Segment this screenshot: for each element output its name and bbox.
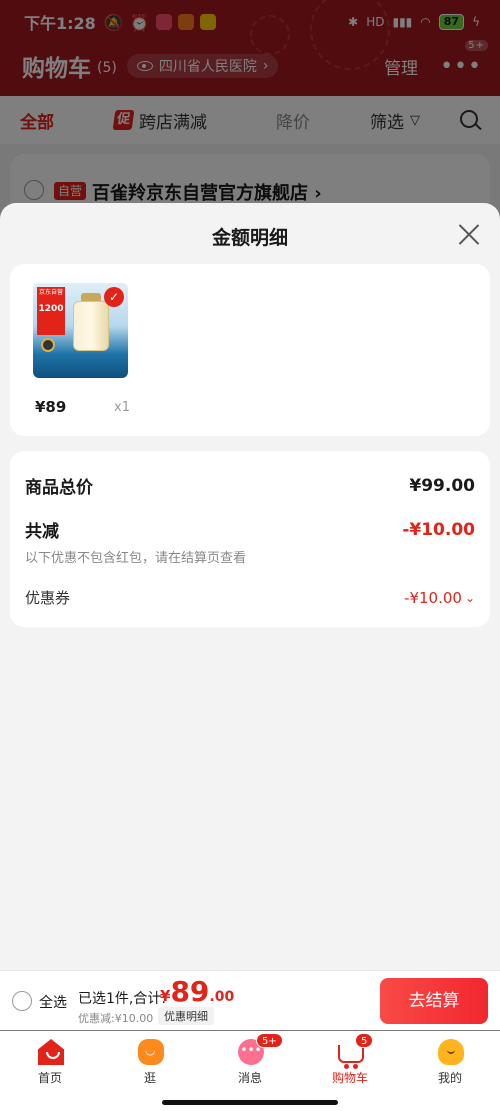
tab-browse[interactable]: 逛 bbox=[100, 1031, 200, 1111]
sheet-title: 金额明细 bbox=[211, 227, 288, 249]
checkout-button[interactable]: 去结算 bbox=[380, 978, 488, 1024]
tab-label: 逛 bbox=[143, 1071, 156, 1085]
product-image-label: 京东自营 1200 bbox=[37, 287, 65, 335]
tab-home[interactable]: 首页 bbox=[0, 1031, 100, 1111]
home-indicator[interactable] bbox=[162, 1100, 338, 1105]
home-icon bbox=[38, 1039, 64, 1065]
total-price-value: ¥99.00 bbox=[409, 475, 475, 496]
tab-cart[interactable]: 5 购物车 bbox=[300, 1031, 400, 1111]
profile-icon bbox=[438, 1039, 464, 1065]
product-price: ¥89 bbox=[35, 398, 67, 416]
tab-label: 消息 bbox=[237, 1071, 262, 1085]
check-icon: ✓ bbox=[104, 287, 124, 307]
total-price-label: 商品总价 bbox=[25, 478, 93, 498]
discount-note: 以下优惠不包含红包，请在结算页查看 bbox=[25, 551, 247, 566]
chevron-down-icon: ⌄ bbox=[464, 590, 475, 605]
checkout-bar: 全选 已选1件,合计: ¥ 89 .00 优惠减:¥10.00 优惠明细 去结算 bbox=[0, 970, 500, 1030]
amount-detail-sheet: 金额明细 京东自营 1200 ✓ ¥89 x1 商品总价 ¥99.00 共减 -… bbox=[0, 203, 500, 970]
product-quantity: x1 bbox=[114, 400, 130, 415]
tab-me[interactable]: 我的 bbox=[400, 1031, 500, 1111]
bottom-tab-bar: 首页 逛 ••• 5+ 消息 5 购物车 我的 bbox=[0, 1031, 500, 1111]
tab-messages[interactable]: ••• 5+ 消息 bbox=[200, 1031, 300, 1111]
close-icon[interactable] bbox=[458, 223, 480, 245]
coupon-value: -¥10.00 bbox=[404, 588, 462, 607]
price-summary-card: 商品总价 ¥99.00 共减 -¥10.00 以下优惠不包含红包，请在结算页查看… bbox=[10, 451, 490, 627]
discount-detail-button[interactable]: 优惠明细 bbox=[158, 1007, 214, 1025]
tab-label: 首页 bbox=[37, 1071, 62, 1085]
cart-badge: 5 bbox=[355, 1033, 374, 1048]
messages-badge: 5+ bbox=[256, 1033, 283, 1048]
selected-summary: 已选1件,合计: bbox=[78, 991, 167, 1007]
total-reduce-value: -¥10.00 bbox=[402, 519, 475, 540]
product-card: 京东自营 1200 ✓ ¥89 x1 bbox=[10, 264, 490, 436]
coupon-label: 优惠券 bbox=[25, 589, 71, 607]
product-image[interactable]: 京东自营 1200 ✓ bbox=[33, 283, 128, 378]
tab-label: 购物车 bbox=[331, 1071, 368, 1085]
select-all-checkbox[interactable] bbox=[12, 991, 32, 1011]
coupon-row[interactable]: 优惠券 -¥10.00 ⌄ bbox=[25, 587, 475, 608]
tab-label: 我的 bbox=[437, 1071, 462, 1085]
medal-icon bbox=[41, 338, 55, 352]
browse-icon bbox=[138, 1039, 164, 1065]
total-amount: ¥ 89 .00 bbox=[160, 975, 235, 1008]
discount-amount: 优惠减:¥10.00 bbox=[78, 1012, 154, 1025]
select-all-label[interactable]: 全选 bbox=[39, 992, 67, 1012]
total-reduce-label: 共减 bbox=[25, 522, 59, 542]
